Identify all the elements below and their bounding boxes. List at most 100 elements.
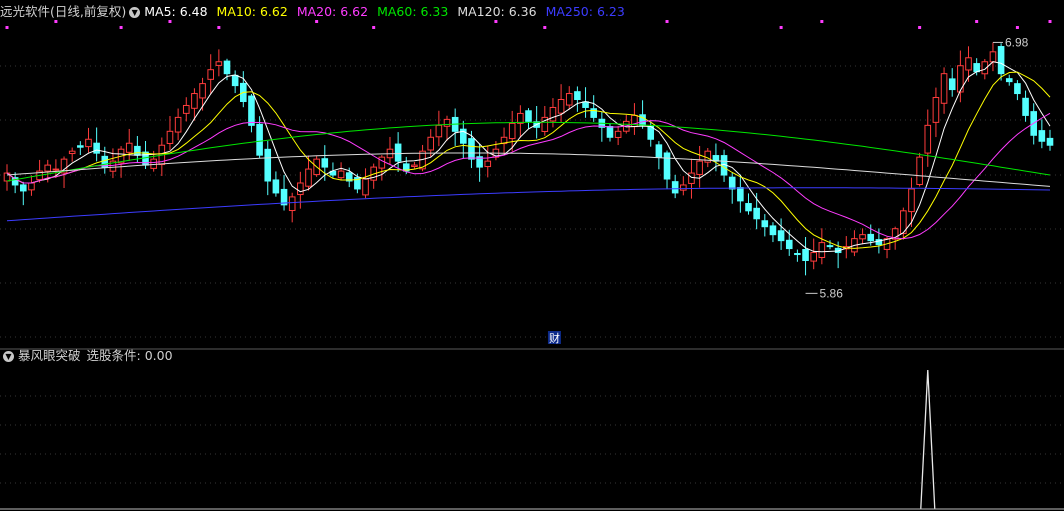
candle-body <box>614 130 622 138</box>
ma20-line <box>6 112 1051 240</box>
candle-body <box>484 160 492 168</box>
candle-body <box>924 124 932 154</box>
candle-body <box>223 60 231 75</box>
candle-body <box>989 51 997 63</box>
candle-body <box>940 73 948 104</box>
candle-body <box>443 118 451 127</box>
candle-body <box>696 160 703 175</box>
candle-body <box>671 181 679 194</box>
candle-body <box>655 144 663 158</box>
candle-body <box>1038 130 1046 142</box>
ma250-line <box>6 187 1051 222</box>
candle-body <box>93 142 100 154</box>
candle-body <box>1005 78 1013 83</box>
candle-body <box>305 168 312 187</box>
ma120-label: MA120: 6.36 <box>457 4 537 19</box>
indicator-condition: 选股条件: 0.00 <box>86 348 173 363</box>
candle-body <box>948 78 956 91</box>
indicator-signal <box>920 369 936 510</box>
candle-body <box>663 152 671 180</box>
candle-body <box>52 168 60 171</box>
tick-mark <box>119 26 123 29</box>
candle-body <box>362 178 369 196</box>
candle-body <box>321 158 329 168</box>
candle-body <box>378 156 386 169</box>
tick-mark <box>5 26 9 29</box>
tick-mark <box>217 26 221 29</box>
candle-body <box>411 164 418 168</box>
candle-body <box>745 203 752 212</box>
tick-mark <box>1015 26 1019 29</box>
candle-body <box>785 239 793 250</box>
candle-body <box>77 145 84 148</box>
candle-body <box>256 123 263 156</box>
candle-body <box>1046 137 1054 146</box>
chart-canvas: 6.98 5.86 财 <box>0 20 1064 510</box>
low-price-label: 5.86 <box>820 286 844 300</box>
candle-body <box>297 182 304 196</box>
candle-body <box>606 126 614 138</box>
candle-body <box>248 95 255 126</box>
candle-body <box>574 91 581 101</box>
candle-body <box>394 143 402 162</box>
candle-body <box>1014 83 1021 95</box>
high-price-label: 6.98 <box>1005 35 1029 49</box>
candle-body <box>191 93 198 109</box>
candle-body <box>549 106 557 122</box>
ma5-label: MA5: 6.48 <box>144 4 208 19</box>
tick-mark <box>1048 20 1052 23</box>
ma20-label: MA20: 6.62 <box>296 4 369 19</box>
candle-body <box>769 225 777 236</box>
candle-body <box>19 184 27 192</box>
candle-body <box>68 150 76 155</box>
candle-body <box>647 125 655 140</box>
stock-label[interactable]: 远光软件(日线,前复权) <box>0 2 126 22</box>
candle-body <box>264 148 272 182</box>
candle-body <box>174 116 182 133</box>
indicator-name[interactable]: 暴风眼突破 <box>18 346 81 366</box>
candle-body <box>761 220 769 228</box>
candle-body <box>916 156 923 185</box>
candle-body <box>932 97 940 123</box>
candle-body <box>207 69 215 80</box>
chevron-down-icon[interactable]: ▼ <box>129 6 141 18</box>
candle-body <box>688 172 695 184</box>
candle-body <box>965 57 972 71</box>
candle-body <box>777 230 785 242</box>
candle-body <box>337 170 345 179</box>
candle-body <box>1022 97 1029 116</box>
candle-body <box>28 182 35 191</box>
candlesticks <box>3 42 1054 276</box>
candle-body <box>859 234 866 240</box>
candle-body <box>182 104 190 114</box>
ma10-label: MA10: 6.62 <box>216 4 288 19</box>
candle-body <box>737 187 744 202</box>
candle-body <box>565 93 573 106</box>
chevron-down-icon[interactable]: ▼ <box>3 350 14 362</box>
candle-body <box>215 61 223 66</box>
ma60-label: MA60: 6.33 <box>377 4 449 19</box>
candle-body <box>288 196 296 212</box>
ma250-label: MA250: 6.23 <box>545 4 625 19</box>
candle-body <box>272 179 280 194</box>
tick-mark <box>543 26 547 29</box>
candle-body <box>166 130 174 144</box>
tick-mark <box>372 26 376 29</box>
candle-body <box>818 242 826 258</box>
tick-mark <box>665 20 669 23</box>
candle-body <box>908 188 915 213</box>
candle-body <box>44 164 52 172</box>
tick-mark <box>820 20 824 23</box>
candle-body <box>973 63 980 73</box>
candle-body <box>557 99 565 114</box>
signal-spike <box>920 369 936 510</box>
candle-body <box>125 142 133 153</box>
candle-body <box>582 101 589 108</box>
candle-body <box>810 252 817 262</box>
candle-body <box>427 136 435 151</box>
candle-body <box>680 184 687 191</box>
candle-body <box>867 233 875 242</box>
candle-body <box>525 110 532 122</box>
candle-body <box>517 112 524 124</box>
candle-body <box>794 252 801 256</box>
